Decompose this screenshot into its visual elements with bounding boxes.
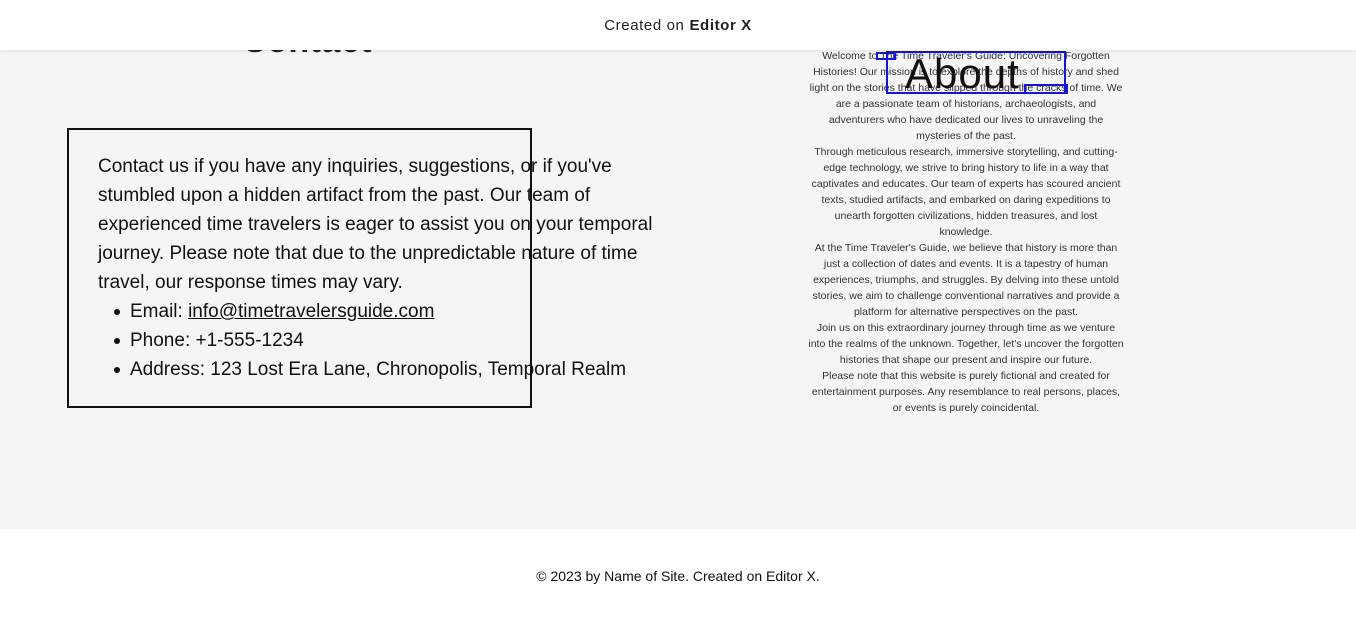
contact-phone-item: Phone: +1-555-1234 bbox=[98, 326, 673, 355]
email-label: Email: bbox=[130, 301, 189, 322]
contact-intro: Contact us if you have any inquiries, su… bbox=[98, 156, 653, 293]
about-paragraph: Through meticulous research, immersive s… bbox=[811, 146, 1121, 238]
contact-list: Email: info@timetravelersguide.com Phone… bbox=[98, 297, 673, 384]
editor-x-banner[interactable]: Created on Editor X bbox=[0, 0, 1356, 50]
banner-prefix: Created on bbox=[604, 16, 685, 34]
selection-handle bbox=[1024, 84, 1068, 94]
about-paragraph: Join us on this extraordinary journey th… bbox=[808, 322, 1124, 366]
content-section: Contact Contact us if you have any inqui… bbox=[0, 0, 1356, 529]
footer-copyright: © 2023 by Name of Site. Created on Edito… bbox=[536, 568, 820, 584]
banner-brand: Editor X bbox=[689, 16, 752, 34]
email-link[interactable]: info@timetravelersguide.com bbox=[188, 301, 434, 322]
contact-info: Contact us if you have any inquiries, su… bbox=[98, 152, 673, 384]
about-paragraph: Please note that this website is purely … bbox=[811, 370, 1121, 414]
contact-email-item: Email: info@timetravelersguide.com bbox=[98, 297, 673, 326]
about-text: Welcome to The Time Traveler's Guide: Un… bbox=[808, 48, 1124, 416]
contact-address-item: Address: 123 Lost Era Lane, Chronopolis,… bbox=[98, 355, 673, 384]
about-paragraph: At the Time Traveler's Guide, we believe… bbox=[812, 242, 1120, 318]
selection-handle bbox=[876, 52, 896, 60]
